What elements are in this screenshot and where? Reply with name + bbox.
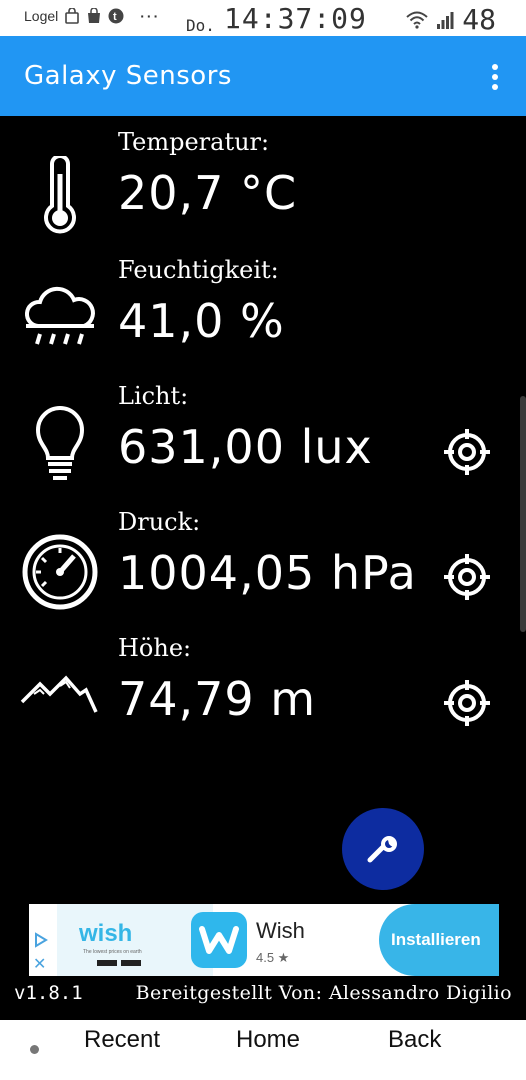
calibrate-light-target-icon[interactable]	[442, 427, 492, 477]
calibrate-pressure-target-icon[interactable]	[442, 552, 492, 602]
app-t-icon: t	[108, 8, 124, 24]
ad-banner-tagline: The lowest prices on earth	[83, 949, 142, 955]
sensor-value: 1004,05 hPa	[118, 546, 417, 600]
status-left: Logel t ···	[24, 8, 160, 24]
carrier-label: Logel	[24, 8, 59, 24]
ad-app-name: Wish	[256, 918, 305, 943]
wish-logo-icon	[199, 926, 239, 954]
version-label: v1.8.1	[14, 982, 83, 1004]
status-right: 48	[406, 3, 496, 36]
app-store-badge-icon	[97, 960, 117, 966]
notification-bag-icon	[65, 8, 80, 24]
wrench-icon	[367, 836, 397, 863]
sensor-label: Druck:	[118, 508, 201, 536]
more-notifications-icon: ···	[140, 8, 161, 24]
nav-dot-icon[interactable]	[30, 1045, 39, 1054]
signal-icon	[437, 11, 454, 29]
sensor-label: Feuchtigkeit:	[118, 256, 279, 284]
sensor-light: Licht: 631,00 lux	[0, 382, 526, 502]
thermometer-icon	[44, 156, 76, 234]
settings-fab-button[interactable]	[342, 808, 424, 890]
wish-app-icon	[191, 912, 247, 968]
status-date: Do.	[186, 16, 215, 35]
back-button[interactable]: Back	[388, 1026, 441, 1054]
calibrate-altitude-target-icon[interactable]	[442, 678, 492, 728]
status-time: 14:37:09	[224, 2, 367, 35]
google-play-badge-icon	[121, 960, 141, 966]
app-bar: Galaxy Sensors	[0, 36, 526, 116]
scrollbar[interactable]	[520, 396, 526, 632]
status-bar: Logel t ··· Do. 14:37:09 48	[0, 0, 526, 36]
home-label: Home	[236, 1026, 301, 1053]
credit-label: Bereitgestellt Von: Alessandro Digilio	[135, 982, 512, 1004]
sensor-humidity: Feuchtigkeit: 41,0 %	[0, 256, 526, 376]
sensor-label: Höhe:	[118, 634, 192, 662]
install-button[interactable]: Installieren	[379, 904, 499, 976]
cloud-rain-icon	[25, 286, 95, 345]
gauge-icon	[22, 534, 98, 610]
recent-label: Recent	[84, 1026, 161, 1053]
app-title: Galaxy Sensors	[24, 61, 232, 91]
sensor-value: 631,00 lux	[118, 420, 373, 474]
sensor-temperature: Temperatur: 20,7 °C	[0, 128, 526, 248]
navigation-bar: Recent Home Back	[0, 1020, 526, 1080]
ad-banner[interactable]: ✕ wish The lowest prices on earth Wish 4…	[29, 904, 499, 976]
lightbulb-icon	[35, 406, 85, 480]
ad-choices-icon[interactable]	[33, 932, 49, 948]
sensor-label: Licht:	[118, 382, 189, 410]
wifi-icon	[406, 11, 428, 29]
svg-text:t: t	[113, 11, 117, 23]
ad-rating: 4.5 ★	[256, 950, 290, 965]
ad-close-icon[interactable]: ✕	[33, 954, 46, 974]
sensor-value: 20,7 °C	[118, 166, 298, 220]
sensor-value: 74,79 m	[118, 672, 317, 726]
home-button[interactable]: Home	[236, 1026, 300, 1054]
battery-level: 48	[462, 3, 496, 36]
ad-banner-logo: wish	[79, 920, 133, 947]
sensor-pressure: Druck: 1004,05 hPa	[0, 508, 526, 628]
sensor-label: Temperatur:	[118, 128, 270, 156]
ad-banner-image: wish The lowest prices on earth	[57, 904, 213, 976]
sensor-altitude: Höhe: 74,79 m	[0, 634, 526, 754]
ad-controls: ✕	[29, 904, 51, 976]
shopping-bag-icon	[88, 8, 101, 23]
recent-button[interactable]: Recent	[84, 1026, 160, 1054]
mountain-icon	[20, 675, 98, 713]
sensor-value: 41,0 %	[118, 294, 285, 348]
back-label: Back	[388, 1026, 442, 1053]
overflow-menu-icon[interactable]	[488, 64, 502, 90]
